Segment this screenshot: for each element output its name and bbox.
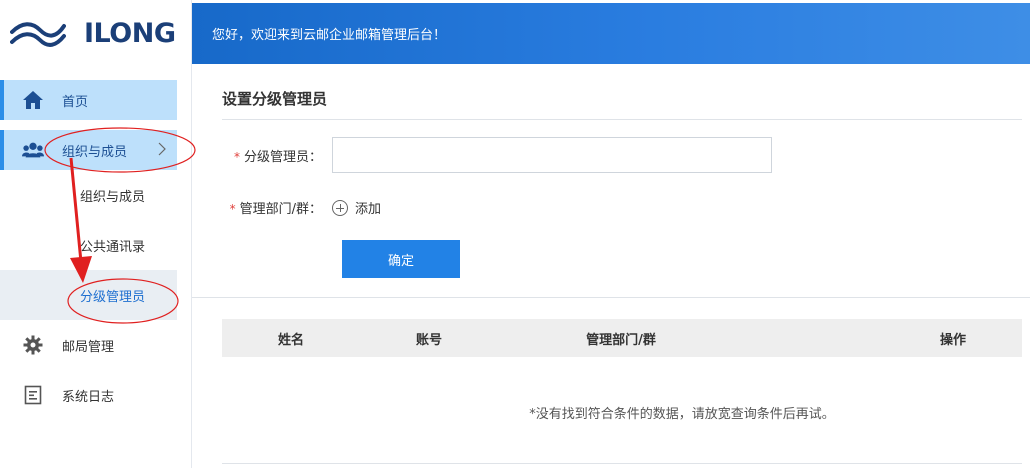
page-title: 设置分级管理员 <box>222 90 328 108</box>
logo: ILONG <box>0 0 191 66</box>
required-mark: * <box>233 149 240 164</box>
top-banner: 您好，欢迎来到云邮企业邮箱管理后台！ <box>192 3 1030 64</box>
sidebar-subitem-label: 公共通讯录 <box>80 239 146 255</box>
users-icon <box>22 139 44 161</box>
sidebar-subitem-sub-admin[interactable]: 分级管理员 <box>0 270 177 320</box>
column-header-actions: 操作 <box>939 332 966 348</box>
sidebar-item-label: 系统日志 <box>62 389 115 405</box>
sidebar-item-label: 首页 <box>62 94 89 110</box>
plus-circle-icon <box>332 199 348 216</box>
add-label: 添加 <box>355 202 382 217</box>
column-header-name: 姓名 <box>277 332 304 348</box>
sidebar-subitem-public-contacts[interactable]: 公共通讯录 <box>0 220 191 270</box>
welcome-text: 您好，欢迎来到云邮企业邮箱管理后台！ <box>212 28 447 43</box>
logo-wave-icon <box>10 22 66 47</box>
admin-row: * 分级管理员： <box>222 137 772 173</box>
divider <box>222 119 1022 120</box>
sidebar-item-label: 组织与成员 <box>62 144 128 160</box>
sidebar-item-office[interactable]: 邮局管理 <box>0 320 191 370</box>
table-header: 姓名 账号 管理部门/群 操作 <box>222 319 1022 357</box>
sidebar-item-home[interactable]: 首页 <box>0 80 177 120</box>
sidebar: ILONG 首页 组织与成员 组织与成员 公共通讯录 分级管理员 邮局管理 系统… <box>0 0 192 468</box>
confirm-button[interactable]: 确定 <box>342 240 460 278</box>
admin-label: * 分级管理员： <box>222 146 332 165</box>
sidebar-nav: 首页 组织与成员 组织与成员 公共通讯录 分级管理员 邮局管理 系统日志 <box>0 66 191 420</box>
required-mark: * <box>229 202 236 216</box>
sidebar-item-logs[interactable]: 系统日志 <box>0 370 191 420</box>
column-header-dept: 管理部门/群 <box>586 332 656 348</box>
log-document-icon <box>22 384 44 406</box>
dept-row: * 管理部门/群： 添加 <box>222 198 381 217</box>
sidebar-item-org[interactable]: 组织与成员 <box>0 130 177 170</box>
sidebar-item-label: 邮局管理 <box>62 339 115 355</box>
add-dept-button[interactable]: 添加 <box>332 198 381 217</box>
divider <box>222 463 1022 464</box>
dept-label-text: 管理部门/群： <box>239 202 322 217</box>
admin-input[interactable] <box>332 137 772 173</box>
admin-table: 姓名 账号 管理部门/群 操作 *没有找到符合条件的数据，请放宽查询条件后再试。 <box>222 319 1022 467</box>
gear-icon <box>22 334 44 356</box>
sidebar-subitem-label: 组织与成员 <box>80 189 146 205</box>
home-icon <box>22 89 44 111</box>
dept-label: * 管理部门/群： <box>222 198 332 217</box>
column-header-account: 账号 <box>415 332 442 348</box>
logo-text: ILONG <box>84 17 176 49</box>
admin-label-text: 分级管理员： <box>243 149 322 165</box>
divider <box>192 297 1030 298</box>
empty-message: *没有找到符合条件的数据，请放宽查询条件后再试。 <box>529 406 835 422</box>
sidebar-subitem-label: 分级管理员 <box>80 289 146 305</box>
chevron-right-icon <box>158 142 166 156</box>
sidebar-subitem-org-members[interactable]: 组织与成员 <box>0 170 191 220</box>
